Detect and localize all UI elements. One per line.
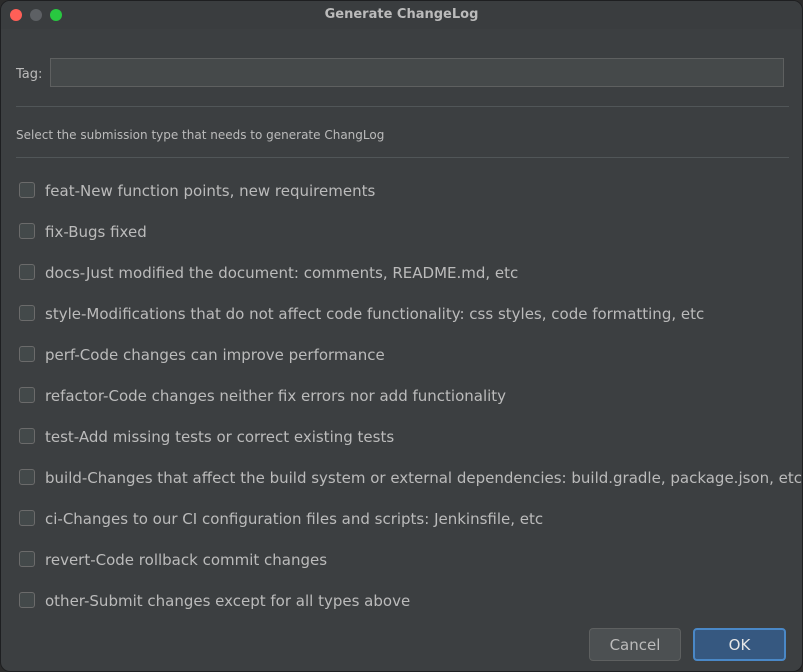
option-label: feat-New function points, new requiremen… [45, 182, 376, 200]
option-label: ci-Changes to our CI configuration files… [45, 510, 544, 528]
option-ci[interactable]: ci-Changes to our CI configuration files… [19, 509, 799, 550]
build-checkbox[interactable] [19, 469, 35, 485]
option-test[interactable]: test-Add missing tests or correct existi… [19, 427, 799, 468]
option-feat[interactable]: feat-New function points, new requiremen… [19, 181, 799, 222]
divider [16, 106, 789, 107]
option-label: refactor-Code changes neither fix errors… [45, 387, 507, 405]
option-label: build-Changes that affect the build syst… [45, 469, 803, 487]
test-checkbox[interactable] [19, 428, 35, 444]
option-label: test-Add missing tests or correct existi… [45, 428, 395, 446]
option-fix[interactable]: fix-Bugs fixed [19, 222, 799, 263]
option-label: style-Modifications that do not affect c… [45, 305, 705, 323]
option-label: fix-Bugs fixed [45, 223, 147, 241]
changelog-type-list: feat-New function points, new requiremen… [19, 181, 803, 632]
option-label: revert-Code rollback commit changes [45, 551, 328, 569]
window-title: Generate ChangeLog [324, 7, 479, 22]
option-revert[interactable]: revert-Code rollback commit changes [19, 550, 799, 591]
fix-checkbox[interactable] [19, 223, 35, 239]
style-checkbox[interactable] [19, 305, 35, 321]
tag-label: Tag: [16, 67, 43, 82]
option-label: other-Submit changes except for all type… [45, 592, 411, 610]
option-build[interactable]: build-Changes that affect the build syst… [19, 468, 803, 509]
option-refactor[interactable]: refactor-Code changes neither fix errors… [19, 386, 799, 427]
option-other[interactable]: other-Submit changes except for all type… [19, 591, 799, 632]
refactor-checkbox[interactable] [19, 387, 35, 403]
revert-checkbox[interactable] [19, 551, 35, 567]
instruction-text: Select the submission type that needs to… [16, 128, 385, 142]
title-bar[interactable]: Generate ChangeLog [1, 1, 802, 29]
option-label: docs-Just modified the document: comment… [45, 264, 519, 282]
perf-checkbox[interactable] [19, 346, 35, 362]
feat-checkbox[interactable] [19, 182, 35, 198]
tag-input[interactable] [50, 58, 784, 87]
docs-checkbox[interactable] [19, 264, 35, 280]
dialog-window: Generate ChangeLog Tag: Select the submi… [0, 0, 803, 672]
option-docs[interactable]: docs-Just modified the document: comment… [19, 263, 799, 304]
option-perf[interactable]: perf-Code changes can improve performanc… [19, 345, 799, 386]
ci-checkbox[interactable] [19, 510, 35, 526]
cancel-button[interactable]: Cancel [589, 628, 681, 661]
ok-button[interactable]: OK [693, 628, 786, 661]
other-checkbox[interactable] [19, 592, 35, 608]
option-style[interactable]: style-Modifications that do not affect c… [19, 304, 799, 345]
option-label: perf-Code changes can improve performanc… [45, 346, 385, 364]
divider [16, 157, 789, 158]
